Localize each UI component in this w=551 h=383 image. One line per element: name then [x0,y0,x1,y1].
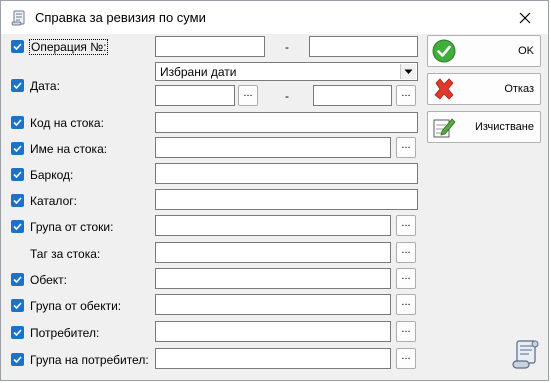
object-group-checkbox[interactable] [11,299,24,312]
catalog-label: Каталог: [30,194,77,208]
operation-checkbox[interactable] [11,40,24,53]
user-group-checkbox[interactable] [11,353,24,366]
item-name-input[interactable] [155,137,391,158]
date-to-input[interactable] [313,85,392,106]
date-label: Дата: [30,79,60,93]
date-from-picker-button[interactable]: ... [238,85,258,106]
item-group-browse-button[interactable]: ... [396,215,416,236]
date-mode-select[interactable]: Избрани дати [155,62,418,81]
user-browse-button[interactable]: ... [396,321,416,342]
item-code-checkbox[interactable] [11,116,24,129]
user-group-label: Група на потребител: [30,353,149,367]
check-icon [13,329,22,337]
cancel-button[interactable]: Отказ [427,73,541,105]
item-name-checkbox[interactable] [11,142,24,155]
scroll-report-icon [512,340,539,369]
date-to-picker-button[interactable]: ... [396,85,416,106]
item-code-label: Код на стока: [30,116,104,130]
user-group-browse-button[interactable]: ... [396,348,416,369]
date-range-separator: - [285,89,289,103]
checkmark-icon [432,39,456,63]
object-group-browse-button[interactable]: ... [396,294,416,315]
date-checkbox[interactable] [11,79,24,92]
object-group-label: Група от обекти: [30,299,122,313]
user-input[interactable] [155,321,391,342]
user-checkbox[interactable] [11,326,24,339]
close-icon [519,12,531,23]
item-group-checkbox[interactable] [11,220,24,233]
item-code-input[interactable] [155,112,418,133]
operation-range-separator: - [285,40,289,54]
check-icon [13,197,22,205]
object-checkbox[interactable] [11,273,24,286]
catalog-input[interactable] [155,189,418,210]
date-mode-value: Избрани дати [160,65,237,79]
cancel-label: Отказ [504,83,534,95]
check-icon [13,82,22,90]
barcode-checkbox[interactable] [11,168,24,181]
ok-button[interactable]: OK [427,35,541,67]
item-group-input[interactable] [155,215,391,236]
operation-label: Операция №: [28,39,109,55]
date-from-input[interactable] [155,85,235,106]
check-icon [13,43,22,51]
barcode-input[interactable] [155,163,418,184]
check-icon [13,302,22,310]
item-name-browse-button[interactable]: ... [396,137,416,158]
object-input[interactable] [155,268,391,289]
user-label: Потребител: [30,326,100,340]
report-dialog: Справка за ревизия по суми Операция №: -… [0,0,549,381]
operation-from-input[interactable] [155,36,265,57]
ok-label: OK [518,45,534,57]
chevron-down-icon[interactable] [400,64,416,79]
close-button[interactable] [502,1,548,34]
clear-button[interactable]: Изчистване [427,111,541,143]
check-icon [13,119,22,127]
item-tag-input[interactable] [155,242,391,263]
object-browse-button[interactable]: ... [396,268,416,289]
eraser-pencil-icon [433,118,456,138]
scroll-report-icon [11,10,25,26]
check-icon [13,356,22,364]
item-group-label: Група от стоки: [30,220,114,234]
operation-to-input[interactable] [309,36,418,57]
catalog-checkbox[interactable] [11,194,24,207]
barcode-label: Баркод: [30,168,74,182]
check-icon [13,223,22,231]
object-group-input[interactable] [155,294,391,315]
item-tag-browse-button[interactable]: ... [396,242,416,263]
check-icon [13,171,22,179]
item-tag-label: Таг за стока: [30,247,101,261]
title-bar: Справка за ревизия по суми [1,1,548,34]
user-group-input[interactable] [155,348,391,369]
check-icon [13,276,22,284]
item-name-label: Име на стока: [30,142,108,156]
red-x-icon [434,78,454,100]
window-title: Справка за ревизия по суми [35,10,206,25]
clear-label: Изчистване [474,121,534,133]
check-icon [13,145,22,153]
object-label: Обект: [30,273,67,287]
